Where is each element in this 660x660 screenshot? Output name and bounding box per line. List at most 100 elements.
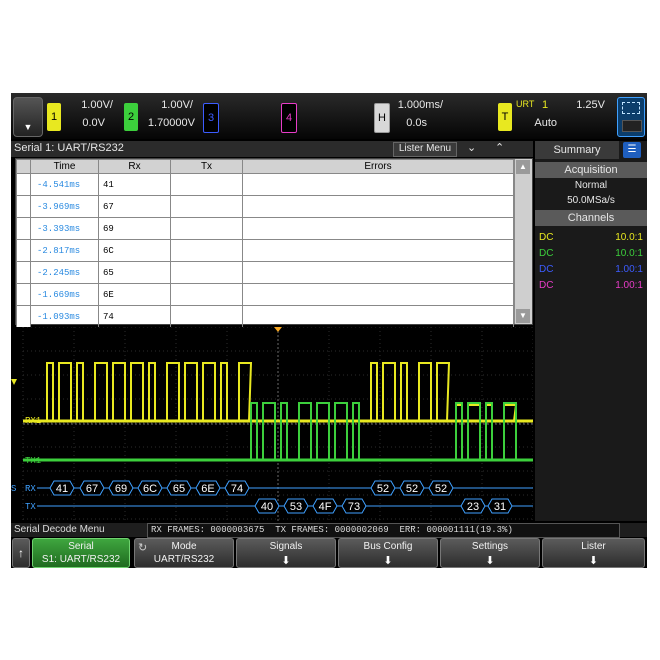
channel-coupling: DC [539,280,554,291]
row-selector[interactable] [16,305,31,328]
scroll-down-icon[interactable]: ▼ [516,309,530,323]
table-row[interactable]: -2.245ms 65 [16,261,514,284]
rx-byte-value: 6C [143,483,157,495]
bus-tx-label: TX [25,502,36,512]
channel-coupling: DC [539,232,554,243]
table-row[interactable]: -1.093ms 74 [16,305,514,328]
cell-time: -3.969ms [30,195,99,218]
down-arrow-icon: ⬇ [281,555,291,567]
cell-time: -1.093ms [30,305,99,328]
row-selector[interactable] [16,283,31,306]
channel-1-badge[interactable]: 1 [47,103,61,131]
channel-2-scale: 1.00V/ [161,99,193,111]
lister-title: Serial 1: UART/RS232 [14,142,124,154]
cell-time: -2.245ms [30,261,99,284]
cell-errors [242,261,514,284]
softkey-serial[interactable]: Serial S1: UART/RS232 [32,538,130,568]
softkey-mode[interactable]: Mode UART/RS232 ↻ [134,538,234,568]
back-button[interactable]: ↑ [12,538,30,568]
lister-table: Time Rx Tx Errors -4.541ms 41 -3.969ms 67 -3… [16,159,514,328]
cell-errors [242,305,514,328]
panel-list-icon[interactable]: ☰ [623,142,641,158]
table-row[interactable]: -1.669ms 6E [16,283,514,306]
top-status-bar: ▼ 1 1.00V/ 0.0V 2 1.00V/ 1.70000V 3 4 H … [11,93,647,139]
rx-byte-value: 69 [115,483,127,495]
cell-errors [242,217,514,240]
row-selector[interactable] [16,195,31,218]
row-selector[interactable] [16,173,31,196]
trigger-channel: 1 [542,99,549,111]
softkey-signals[interactable]: Signals ⬇ [236,538,336,568]
softkey-title: Bus Config [363,541,413,552]
expand-icon[interactable]: ⌃ [495,141,504,154]
tx-byte-value: 73 [348,501,360,513]
cell-tx [170,261,243,284]
scroll-up-icon[interactable]: ▲ [516,160,530,174]
softkey-bus-config[interactable]: Bus Config ⬇ [338,538,438,568]
row-selector[interactable] [16,261,31,284]
rx-channel-label: RX1 [25,416,41,426]
selector-header [16,159,31,174]
softkey-title: Serial [68,541,94,552]
touch-zoom-icon[interactable] [617,97,645,137]
cell-tx [170,195,243,218]
softkey-lister[interactable]: Lister ⬇ [542,538,645,568]
rx-byte-value: 67 [86,483,98,495]
cell-rx: 6E [98,283,171,306]
horizontal-badge[interactable]: H [374,103,390,133]
rx-byte-value: 74 [231,483,243,495]
cell-errors [242,195,514,218]
column-header-tx[interactable]: Tx [170,159,243,174]
tx-byte-value: 31 [494,501,506,513]
channel-3-badge[interactable]: 3 [203,103,219,133]
trigger-position-marker [274,327,282,332]
row-selector[interactable] [16,217,31,240]
lister-menu-button[interactable]: Lister Menu [393,142,457,157]
rx-burst-2 [370,362,451,422]
lister-header-row: Time Rx Tx Errors [16,159,514,174]
tx-burst-2 [455,402,517,461]
channel-2-offset: 1.70000V [147,117,195,129]
channel-probe: 1.00:1 [615,280,643,291]
softkey-value: S1: UART/RS232 [41,554,121,565]
row-selector[interactable] [16,239,31,262]
cell-tx [170,217,243,240]
cell-tx [170,305,243,328]
summary-side-panel: Summary ☰ Acquisition Normal 50.0MSa/s C… [535,141,647,521]
tx-byte-value: 40 [261,501,273,513]
cell-rx: 67 [98,195,171,218]
waveform-area[interactable]: RX1 TX1 RX TX S 41 67 69 6C 65 6E 74 52 52 52 40 53 4F 73 2… [11,326,534,521]
channel-4-badge[interactable]: 4 [281,103,297,133]
horizontal-scale: 1.000ms/ [397,99,443,111]
cell-time: -1.669ms [30,283,99,306]
softkey-settings[interactable]: Settings ⬇ [440,538,540,568]
channel-setting-row: DC 1.00:1 [539,280,643,291]
rx-byte-value: 65 [173,483,185,495]
rx-byte-value: 52 [435,483,447,495]
collapse-icon[interactable]: ⌄ [467,141,476,154]
acquisition-header: Acquisition [535,162,647,178]
waveform-graph: RX1 TX1 RX TX S 41 67 69 6C 65 6E 74 52 52 52 40 53 4F 73 2… [11,326,534,521]
column-header-rx[interactable]: Rx [98,159,171,174]
cell-time: -2.817ms [30,239,99,262]
table-row[interactable]: -3.393ms 69 [16,217,514,240]
table-row[interactable]: -2.817ms 6C [16,239,514,262]
main-menu-button[interactable]: ▼ [13,97,43,137]
channel-coupling: DC [539,248,554,259]
table-row[interactable]: -4.541ms 41 [16,173,514,196]
down-arrow-icon: ⬇ [485,555,495,567]
trigger-badge[interactable]: T [498,103,512,131]
lister-scrollbar[interactable]: ▲ ▼ [514,159,532,324]
column-header-errors[interactable]: Errors [242,159,514,174]
channel-2-badge[interactable]: 2 [124,103,138,131]
rx-byte-value: 41 [56,483,68,495]
oscilloscope-display: ▼ 1 1.00V/ 0.0V 2 1.00V/ 1.70000V 3 4 H … [11,93,647,568]
column-header-time[interactable]: Time [30,159,99,174]
summary-tab[interactable]: Summary [535,141,619,159]
softkey-title: Lister [581,541,606,552]
trigger-source: URT [516,99,535,109]
serial-bus-marker: S [11,484,16,494]
sample-rate: 50.0MSa/s [567,195,615,206]
channel-1-offset: 0.0V [82,117,105,129]
table-row[interactable]: -3.969ms 67 [16,195,514,218]
